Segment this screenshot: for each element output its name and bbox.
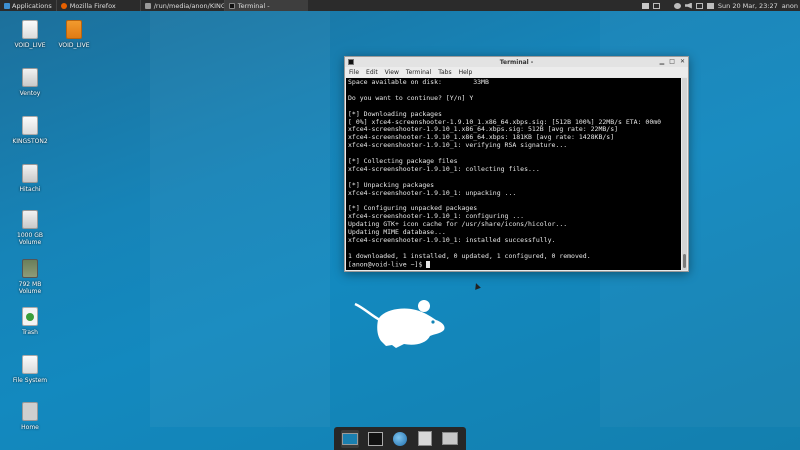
task-label: Mozilla Firefox <box>69 1 116 10</box>
terminal-icon <box>228 2 235 9</box>
menu-file[interactable]: File <box>349 69 359 76</box>
desktop-icon-label: File System <box>12 377 48 384</box>
task-label: Terminal - <box>237 1 270 10</box>
bottom-dock <box>334 427 466 450</box>
desktop-icon-ventoy[interactable]: Ventoy <box>8 68 52 97</box>
drive-icon <box>22 68 38 87</box>
terminal-title: Terminal - <box>499 58 534 66</box>
menu-terminal[interactable]: Terminal <box>406 69 431 76</box>
desktop-icon-label: 792 MB Volume <box>18 281 42 295</box>
desktop-icon-label: Ventoy <box>19 90 41 97</box>
desktop-icon-void-live-iso[interactable]: VOID_LIVE <box>52 20 96 49</box>
applications-menu-button[interactable]: Applications <box>0 0 56 11</box>
xfce-mouse-logo <box>354 300 445 348</box>
terminal-line: Space available on disk: 33MB <box>348 78 489 86</box>
desktop-icon-file-system[interactable]: File System <box>8 355 52 384</box>
menu-view[interactable]: View <box>385 69 399 76</box>
drive-icon <box>22 355 38 374</box>
volume-icon[interactable] <box>684 2 692 9</box>
terminal-prompt-line[interactable]: [anon@void-live ~]$ <box>348 260 679 269</box>
desktop-icon-label: VOID_LIVE <box>14 42 46 49</box>
terminal-line: xfce4-screenshooter-1.9.10_1: collecting… <box>348 164 540 173</box>
desktop-icon-label: Trash <box>22 329 38 336</box>
desktop-icon-792mb-volume[interactable]: 792 MB Volume <box>8 259 52 295</box>
firefox-icon <box>60 2 67 9</box>
folder-icon <box>144 2 151 9</box>
desktop-icon-1000gb-volume[interactable]: 1000 GB Volume <box>8 210 52 246</box>
maximize-icon[interactable]: □ <box>669 58 675 65</box>
task-firefox[interactable]: Mozilla Firefox <box>55 0 140 11</box>
search-icon <box>417 431 432 446</box>
backdrop-panel <box>150 11 330 427</box>
drive-icon <box>22 164 38 183</box>
desktop-icon-hitachi[interactable]: Hitachi <box>8 164 52 193</box>
show-desktop-button[interactable] <box>341 429 360 448</box>
disc-image-icon <box>66 20 82 39</box>
desktop-icon-home[interactable]: Home <box>8 402 52 431</box>
network-icon[interactable] <box>673 2 681 9</box>
drive-icon <box>22 20 38 39</box>
desktop-icon-kingston2[interactable]: KINGSTON2 <box>8 116 52 145</box>
home-folder-icon <box>22 402 38 421</box>
close-icon[interactable]: ✕ <box>680 58 685 65</box>
task-label: /run/media/anon/KINGS... <box>153 1 224 10</box>
workspace-2-icon[interactable] <box>652 2 660 9</box>
desktop-icon-label: Hitachi <box>19 186 41 193</box>
desktop-icon-label: VOID_LIVE <box>58 42 90 49</box>
user-menu[interactable]: anon <box>782 2 798 10</box>
terminal-titlebar[interactable]: Terminal - ▁ □ ✕ <box>345 57 688 67</box>
folder-icon <box>441 432 458 445</box>
terminal-line: xfce4-screenshooter-1.9.10_1: installed … <box>348 236 556 245</box>
terminal-cursor <box>426 260 431 268</box>
menu-help[interactable]: Help <box>459 69 473 76</box>
drive-icon <box>22 259 38 278</box>
desktop-icon-label: KINGSTON2 <box>12 138 48 145</box>
file-manager-launcher[interactable] <box>441 430 459 448</box>
terminal-prompt: [anon@void-live ~]$ <box>348 260 427 269</box>
terminal-lines: Space available on disk: 33MB Do you want… <box>348 78 679 261</box>
terminal-launcher[interactable] <box>366 430 384 448</box>
app-finder-launcher[interactable] <box>416 430 434 448</box>
desktop-icon-label: Home <box>21 424 39 431</box>
desktop-icon-label: 1000 GB Volume <box>17 232 43 246</box>
task-terminal[interactable]: Terminal - <box>223 0 308 11</box>
terminal-line: Do you want to continue? [Y/n] Y <box>348 93 474 102</box>
clock[interactable]: Sun 20 Mar, 23:27 <box>718 2 778 10</box>
terminal-line: xfce4-screenshooter-1.9.10_1: verifying … <box>348 141 568 150</box>
drive-icon <box>22 116 38 135</box>
terminal-icon <box>367 431 383 446</box>
notification-icon[interactable] <box>706 2 714 9</box>
terminal-scrollbar[interactable] <box>682 78 687 270</box>
mouse-pointer-icon <box>473 282 481 290</box>
show-desktop-icon <box>342 432 359 445</box>
top-panel: Applications Mozilla Firefox /run/media/… <box>0 0 800 11</box>
xfce-logo-icon <box>4 2 10 9</box>
terminal-menubar: File Edit View Terminal Tabs Help <box>345 67 688 77</box>
menu-tabs[interactable]: Tabs <box>438 69 451 76</box>
drive-icon <box>22 210 38 229</box>
terminal-window[interactable]: Terminal - ▁ □ ✕ File Edit View Terminal… <box>344 56 689 272</box>
menu-edit[interactable]: Edit <box>366 69 378 76</box>
desktop-icon-void-live[interactable]: VOID_LIVE <box>8 20 52 49</box>
battery-icon[interactable] <box>695 2 703 9</box>
globe-icon <box>392 431 407 446</box>
minimize-icon[interactable]: ▁ <box>660 58 665 65</box>
scrollbar-thumb[interactable] <box>683 254 686 268</box>
workspace-icon[interactable] <box>641 2 649 9</box>
task-file-manager[interactable]: /run/media/anon/KINGS... <box>139 0 224 11</box>
trash-icon <box>22 307 38 326</box>
web-browser-launcher[interactable] <box>391 430 409 448</box>
desktop-icon-trash[interactable]: Trash <box>8 307 52 336</box>
applications-label: Applications <box>12 1 52 10</box>
terminal-output[interactable]: Space available on disk: 33MB Do you want… <box>346 78 681 270</box>
terminal-line: xfce4-screenshooter-1.9.10_1: unpacking … <box>348 188 517 197</box>
